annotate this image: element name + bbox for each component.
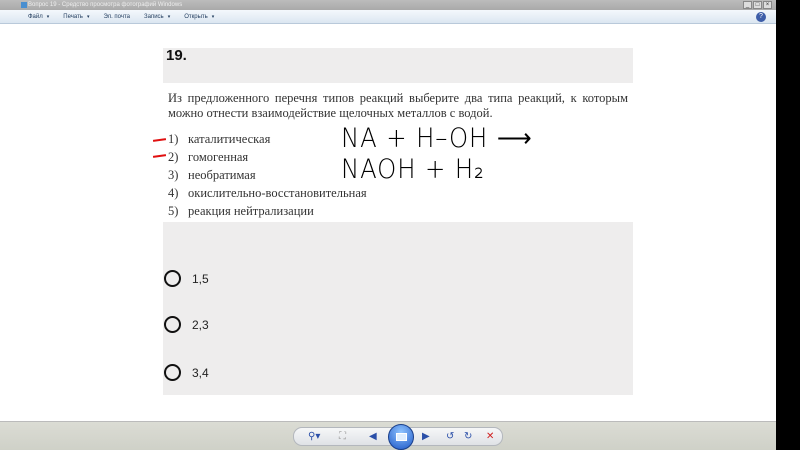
- bottom-toolbar: ⚲▾ ⛶ ◀ ▶ ↺ ↻ ✕: [0, 421, 776, 450]
- option-label: окислительно-восстановительная: [188, 186, 367, 200]
- answer-label: 2,3: [192, 317, 209, 332]
- handwritten-equation: NA + H–OH ⟶ NAOH + H₂: [341, 123, 533, 185]
- question-text: Из предложенного перечня типов реакций в…: [168, 91, 628, 120]
- slideshow-icon: [396, 433, 407, 441]
- question-card: 19. Из предложенного перечня типов реакц…: [152, 47, 633, 395]
- option-label: каталитическая: [188, 132, 271, 146]
- rotate-cw-icon[interactable]: ↻: [464, 431, 472, 443]
- option-number: 1): [168, 132, 179, 146]
- chevron-down-icon: ▾: [86, 13, 90, 20]
- option-number: 3): [168, 168, 179, 182]
- app-icon: [21, 2, 27, 8]
- menu-open[interactable]: Открыть ▾: [184, 14, 214, 20]
- close-button[interactable]: ×: [763, 1, 772, 9]
- maximize-button[interactable]: □: [753, 1, 762, 9]
- photo-viewer-window: Вопрос 19 - Средство просмотра фотографи…: [0, 0, 776, 450]
- menu-print[interactable]: Печать ▾: [63, 14, 89, 20]
- menu-label: Файл: [28, 13, 43, 20]
- chevron-down-icon: ▾: [167, 13, 171, 20]
- answer-option[interactable]: 2,3: [163, 316, 209, 333]
- answer-option[interactable]: 1,5: [163, 270, 209, 287]
- previous-icon[interactable]: ◀: [369, 431, 377, 443]
- list-item: 1) каталитическая: [168, 130, 367, 148]
- minimize-button[interactable]: _: [743, 1, 752, 9]
- title-bar: Вопрос 19 - Средство просмотра фотографи…: [0, 0, 776, 10]
- rotate-ccw-icon[interactable]: ↺: [446, 431, 454, 443]
- help-icon[interactable]: ?: [756, 12, 766, 22]
- answer-option[interactable]: 3,4: [163, 364, 209, 381]
- menu-label: Открыть: [184, 13, 208, 20]
- chevron-down-icon: ▾: [211, 13, 215, 20]
- answer-label: 3,4: [192, 365, 209, 380]
- radio-button[interactable]: [164, 364, 181, 381]
- menu-burn[interactable]: Запись ▾: [144, 14, 170, 20]
- list-item: 4) окислительно-восстановительная: [168, 184, 367, 202]
- red-mark: [152, 138, 167, 142]
- option-number: 2): [168, 150, 179, 164]
- menu-label: Печать: [63, 13, 83, 20]
- option-label: реакция нейтрализации: [188, 204, 314, 218]
- fit-window-icon[interactable]: ⛶: [339, 431, 346, 443]
- menu-email[interactable]: Эл. почта: [103, 14, 130, 20]
- menu-bar: Файл ▾ Печать ▾ Эл. почта Запись ▾ Открыть ▾: [0, 10, 776, 24]
- zoom-icon[interactable]: ⚲▾: [308, 431, 320, 443]
- chevron-down-icon: ▾: [46, 13, 50, 20]
- slideshow-button[interactable]: [388, 424, 414, 450]
- option-label: гомогенная: [188, 150, 249, 164]
- list-item: 3) необратимая: [168, 166, 367, 184]
- menu-label: Эл. почта: [103, 13, 130, 20]
- question-number: 19.: [166, 47, 187, 64]
- menu-label: Запись: [144, 13, 164, 20]
- red-mark: [152, 154, 167, 158]
- menu-file[interactable]: Файл ▾: [28, 14, 49, 20]
- answer-label: 1,5: [192, 271, 209, 286]
- list-item: 2) гомогенная: [168, 148, 367, 166]
- radio-button[interactable]: [164, 270, 181, 287]
- window-title: Вопрос 19 - Средство просмотра фотографи…: [28, 2, 183, 8]
- radio-button[interactable]: [164, 316, 181, 333]
- option-label: необратимая: [188, 168, 256, 182]
- option-number: 5): [168, 204, 179, 218]
- playback-controls: ⚲▾ ⛶ ◀ ▶ ↺ ↻ ✕: [293, 424, 503, 450]
- list-item: 5) реакция нейтрализации: [168, 202, 367, 220]
- delete-icon[interactable]: ✕: [486, 431, 494, 443]
- question-image: Из предложенного перечня типов реакций в…: [152, 83, 633, 222]
- option-number: 4): [168, 186, 179, 200]
- next-icon[interactable]: ▶: [422, 431, 430, 443]
- option-list: 1) каталитическая 2) гомогенная 3) необрати…: [168, 130, 367, 220]
